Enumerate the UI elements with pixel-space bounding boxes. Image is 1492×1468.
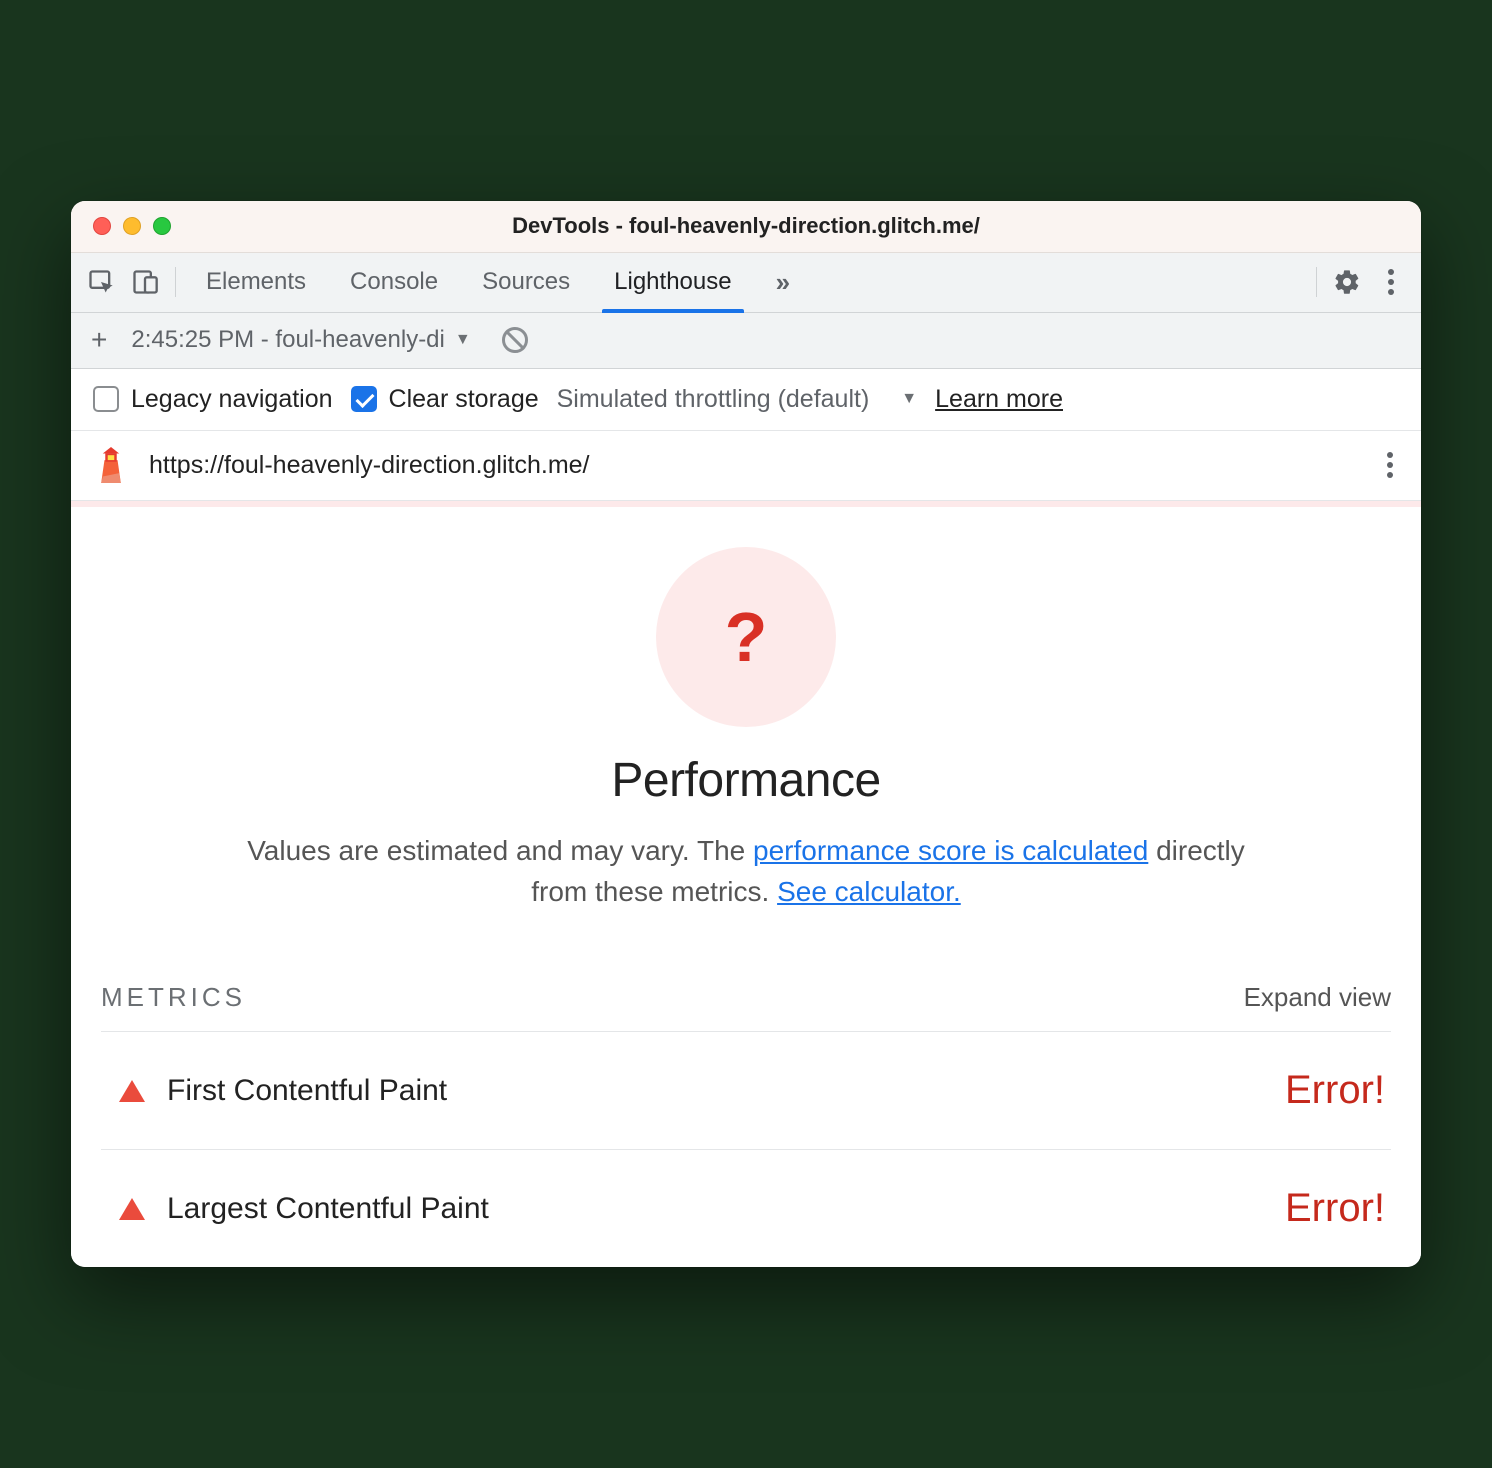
expand-view-toggle[interactable]: Expand view bbox=[1244, 982, 1391, 1013]
tabs-overflow-icon[interactable]: » bbox=[754, 253, 812, 312]
metrics-section-label: METRICS bbox=[101, 982, 246, 1013]
report-body: ? Performance Values are estimated and m… bbox=[71, 507, 1421, 1268]
performance-summary: ? Performance Values are estimated and m… bbox=[101, 547, 1391, 913]
new-report-button[interactable]: + bbox=[85, 324, 113, 356]
learn-more-link[interactable]: Learn more bbox=[935, 385, 1063, 414]
metric-value: Error! bbox=[1285, 1186, 1385, 1231]
clear-storage-label: Clear storage bbox=[389, 385, 539, 414]
tab-console[interactable]: Console bbox=[328, 253, 460, 312]
category-title: Performance bbox=[611, 753, 880, 808]
lighthouse-icon bbox=[93, 447, 129, 483]
metric-row: Largest Contentful Paint Error! bbox=[101, 1150, 1391, 1267]
legacy-navigation-label: Legacy navigation bbox=[131, 385, 333, 414]
score-calc-link[interactable]: performance score is calculated bbox=[753, 835, 1148, 866]
legacy-navigation-checkbox[interactable] bbox=[93, 386, 119, 412]
metric-name: Largest Contentful Paint bbox=[167, 1192, 489, 1226]
metric-name: First Contentful Paint bbox=[167, 1074, 447, 1108]
dropdown-icon: ▼ bbox=[455, 331, 471, 349]
score-value: ? bbox=[725, 597, 768, 677]
devtools-toolbar: Elements Console Sources Lighthouse » bbox=[71, 253, 1421, 313]
toolbar-separator bbox=[1316, 267, 1317, 297]
error-triangle-icon bbox=[119, 1080, 145, 1102]
throttling-selector[interactable]: Simulated throttling (default) ▼ bbox=[557, 385, 918, 414]
toolbar-separator bbox=[175, 267, 176, 297]
select-element-icon[interactable] bbox=[79, 260, 123, 304]
throttling-label: Simulated throttling (default) bbox=[557, 385, 870, 414]
tab-sources[interactable]: Sources bbox=[460, 253, 592, 312]
clear-report-icon[interactable] bbox=[493, 318, 537, 362]
metrics-header: METRICS Expand view bbox=[101, 982, 1391, 1032]
tab-elements[interactable]: Elements bbox=[184, 253, 328, 312]
titlebar: DevTools - foul-heavenly-direction.glitc… bbox=[71, 201, 1421, 253]
clear-storage-checkbox[interactable] bbox=[351, 386, 377, 412]
settings-gear-icon[interactable] bbox=[1325, 260, 1369, 304]
tab-lighthouse[interactable]: Lighthouse bbox=[592, 253, 753, 312]
see-calculator-link[interactable]: See calculator. bbox=[777, 876, 961, 907]
devtools-window: DevTools - foul-heavenly-direction.glitc… bbox=[71, 201, 1421, 1268]
category-description: Values are estimated and may vary. The p… bbox=[216, 830, 1276, 913]
lighthouse-subbar: + 2:45:25 PM - foul-heavenly-di ▼ bbox=[71, 313, 1421, 369]
report-selector[interactable]: 2:45:25 PM - foul-heavenly-di ▼ bbox=[131, 326, 470, 354]
toggle-device-icon[interactable] bbox=[123, 260, 167, 304]
report-url: https://foul-heavenly-direction.glitch.m… bbox=[149, 451, 1361, 480]
error-triangle-icon bbox=[119, 1198, 145, 1220]
lighthouse-options-bar: Legacy navigation Clear storage Simulate… bbox=[71, 369, 1421, 431]
desc-text: Values are estimated and may vary. The bbox=[247, 835, 753, 866]
window-title: DevTools - foul-heavenly-direction.glitc… bbox=[71, 213, 1421, 239]
dropdown-icon: ▼ bbox=[901, 390, 917, 408]
panel-tabs: Elements Console Sources Lighthouse » bbox=[184, 253, 812, 312]
report-selector-label: 2:45:25 PM - foul-heavenly-di bbox=[131, 326, 445, 354]
more-menu-icon[interactable] bbox=[1369, 260, 1413, 304]
report-url-bar: https://foul-heavenly-direction.glitch.m… bbox=[71, 431, 1421, 501]
metric-value: Error! bbox=[1285, 1068, 1385, 1113]
metric-row: First Contentful Paint Error! bbox=[101, 1032, 1391, 1150]
report-menu-icon[interactable] bbox=[1381, 446, 1399, 484]
score-gauge: ? bbox=[656, 547, 836, 727]
